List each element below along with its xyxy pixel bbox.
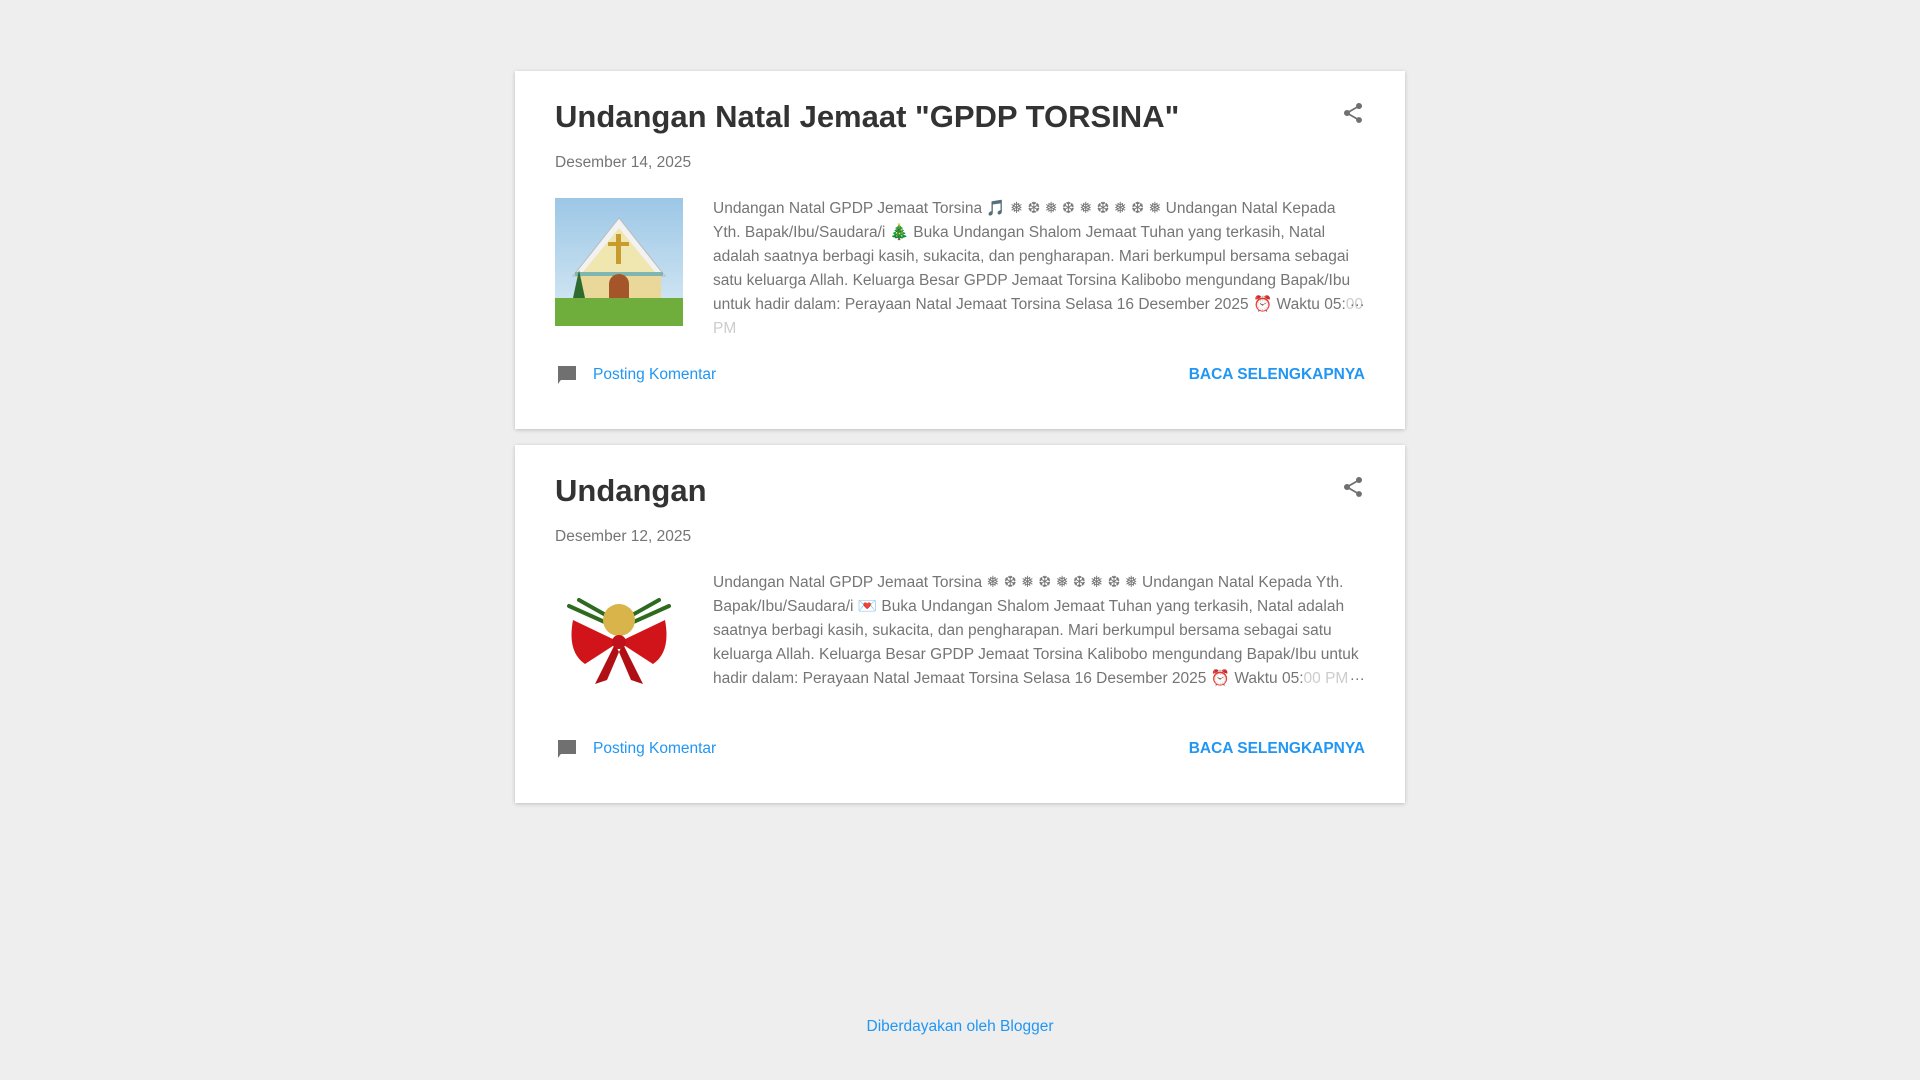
post-card: Undangan Desember 12, 2025 Undangan Nata… xyxy=(515,445,1405,803)
ellipsis: … xyxy=(1349,293,1366,310)
powered-by-blogger-link[interactable]: Diberdayakan oleh Blogger xyxy=(0,1018,1920,1036)
post-title[interactable]: Undangan Natal Jemaat "GPDP TORSINA" xyxy=(555,99,1179,135)
share-icon[interactable] xyxy=(1341,101,1365,125)
comment-icon xyxy=(558,366,576,384)
post-snippet: Undangan Natal GPDP Jemaat Torsina ❅ ❆ ❅… xyxy=(713,571,1365,691)
post-comment-link[interactable]: Posting Komentar xyxy=(555,737,716,761)
post-comment-link[interactable]: Posting Komentar xyxy=(555,363,716,387)
post-date: Desember 12, 2025 xyxy=(555,528,692,545)
share-icon[interactable] xyxy=(1341,475,1365,499)
snippet-text: Undangan Natal GPDP Jemaat Torsina ❅ ❆ ❅… xyxy=(713,574,1359,687)
post-date: Desember 14, 2025 xyxy=(555,154,692,171)
snippet-fade: 00 PM xyxy=(1303,670,1349,687)
read-more-link[interactable]: BACA SELENGKAPNYA xyxy=(1189,366,1365,384)
post-title[interactable]: Undangan xyxy=(555,473,707,509)
post-thumbnail-ribbon[interactable] xyxy=(555,572,683,700)
comment-label: Posting Komentar xyxy=(593,740,717,757)
post-card: Undangan Natal Jemaat "GPDP TORSINA" Des… xyxy=(515,71,1405,429)
read-more-link[interactable]: BACA SELENGKAPNYA xyxy=(1189,740,1365,758)
snippet-text: Undangan Natal GPDP Jemaat Torsina 🎵 ❅ ❆… xyxy=(713,200,1351,313)
comment-icon xyxy=(558,740,576,758)
post-snippet: Undangan Natal GPDP Jemaat Torsina 🎵 ❅ ❆… xyxy=(713,197,1365,341)
post-thumbnail-church[interactable] xyxy=(555,198,683,326)
comment-label: Posting Komentar xyxy=(593,366,717,383)
ellipsis: … xyxy=(1349,667,1366,684)
